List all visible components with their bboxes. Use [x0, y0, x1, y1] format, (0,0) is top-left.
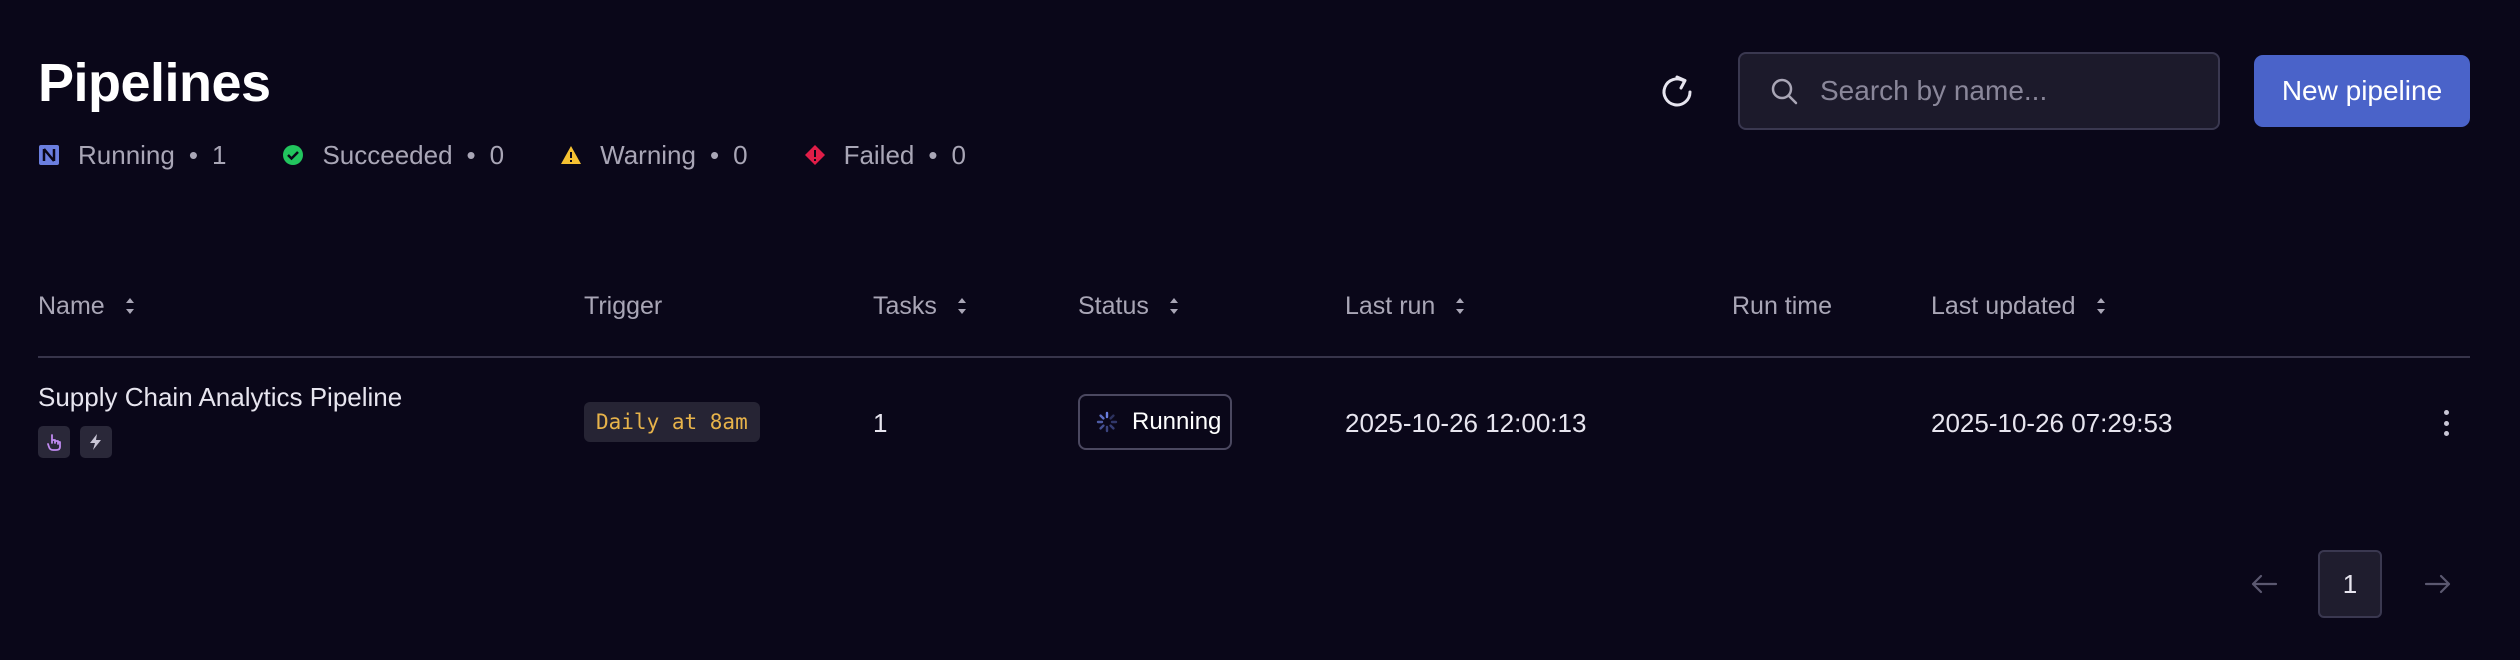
column-header-trigger: Trigger — [584, 290, 662, 322]
running-icon — [39, 145, 59, 165]
page-number-button[interactable]: 1 — [2318, 550, 2382, 618]
summary-label: Running — [78, 139, 175, 170]
summary-failed: Failed • 0 — [804, 140, 966, 171]
previous-page-button[interactable] — [2244, 566, 2284, 602]
status-label: Running — [1132, 408, 1222, 435]
pointer-hand-icon — [47, 434, 61, 451]
column-header-tasks[interactable]: Tasks — [873, 290, 969, 322]
pipeline-name[interactable]: Supply Chain Analytics Pipeline — [38, 382, 402, 413]
column-header-status[interactable]: Status — [1078, 290, 1181, 322]
summary-label: Failed — [843, 139, 915, 170]
column-label: Tasks — [873, 291, 937, 320]
column-header-last-run[interactable]: Last run — [1345, 290, 1467, 322]
summary-separator: • — [928, 139, 938, 170]
search-icon — [1771, 78, 1798, 105]
column-label: Name — [38, 291, 105, 320]
summary-running: Running • 1 — [38, 140, 226, 171]
pipeline-badges — [38, 426, 122, 458]
manual-trigger-badge — [38, 426, 70, 458]
summary-count: 0 — [951, 139, 966, 170]
summary-succeeded: Succeeded • 0 — [282, 140, 504, 171]
trigger-badge: Daily at 8am — [584, 402, 760, 442]
column-label: Run time — [1732, 291, 1833, 320]
table-header-divider — [38, 356, 2470, 358]
arrow-right-icon — [2424, 574, 2451, 594]
column-label: Last run — [1345, 291, 1436, 320]
arrow-left-icon — [2251, 574, 2278, 594]
failed-icon — [804, 145, 825, 165]
warning-icon — [561, 146, 582, 164]
column-header-last-updated[interactable]: Last updated — [1931, 290, 2108, 322]
check-circle-icon — [283, 145, 304, 165]
summary-count: 0 — [489, 139, 505, 170]
summary-separator: • — [188, 139, 198, 170]
sort-icon — [957, 298, 966, 314]
summary-count: 1 — [211, 139, 227, 170]
column-label: Status — [1078, 291, 1149, 320]
status-badge: Running — [1078, 394, 1232, 450]
tasks-count: 1 — [873, 408, 888, 438]
summary-label: Warning — [600, 139, 696, 170]
last-run-time: 2025-10-26 12:00:13 — [1345, 408, 1587, 438]
sort-icon — [2096, 298, 2105, 314]
kebab-dot — [2443, 431, 2449, 436]
column-label: Trigger — [584, 291, 663, 320]
summary-label: Succeeded — [322, 139, 453, 170]
summary-count: 0 — [733, 139, 748, 170]
event-trigger-badge — [80, 426, 112, 458]
last-updated-time: 2025-10-26 07:29:53 — [1931, 408, 2173, 438]
next-page-button[interactable] — [2418, 566, 2458, 602]
column-label: Last updated — [1931, 291, 2076, 320]
refresh-button[interactable] — [1646, 64, 1708, 120]
new-pipeline-button[interactable]: New pipeline — [2254, 55, 2470, 127]
summary-separator: • — [709, 139, 720, 170]
refresh-icon — [1662, 75, 1692, 107]
page-title: Pipelines — [38, 53, 271, 113]
kebab-dot — [2443, 420, 2449, 426]
sort-icon — [1169, 298, 1178, 314]
status-summary: Running • 1 Succeeded • 0 Warning • 0 Fa… — [38, 140, 1022, 170]
row-actions-menu-button[interactable] — [2436, 404, 2456, 442]
sort-icon — [1456, 298, 1465, 314]
bolt-icon — [90, 434, 101, 450]
column-header-run-time: Run time — [1732, 290, 1832, 322]
search-box[interactable] — [1738, 52, 2220, 130]
sort-icon — [125, 298, 134, 314]
search-input[interactable] — [1820, 75, 2200, 107]
spinner-icon — [1096, 411, 1118, 433]
column-header-name[interactable]: Name — [38, 290, 137, 322]
summary-warning: Warning • 0 — [560, 139, 748, 171]
kebab-dot — [2443, 410, 2449, 415]
summary-separator: • — [466, 139, 476, 170]
